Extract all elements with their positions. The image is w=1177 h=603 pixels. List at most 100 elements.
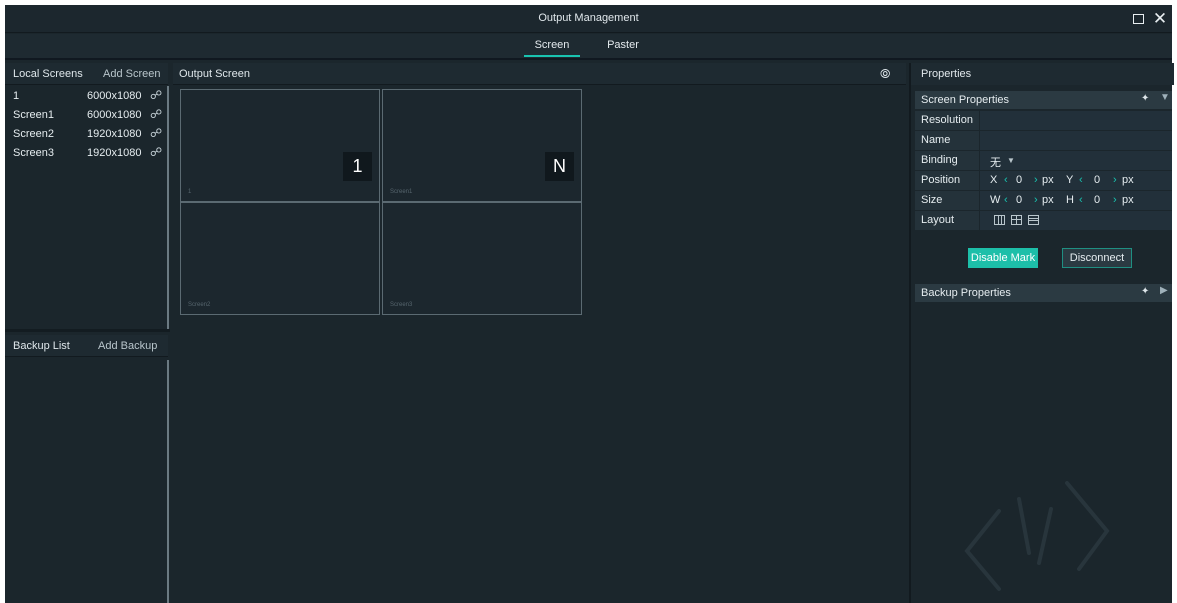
layout-label: Layout xyxy=(915,211,979,230)
size-row: Size W ‹ 0 › px H ‹ 0 › px xyxy=(915,191,1172,211)
screen-resolution: 6000x1080 xyxy=(87,90,142,102)
name-field[interactable] xyxy=(980,131,1172,150)
close-button[interactable]: ✕ xyxy=(1150,9,1170,29)
cell-badge: N xyxy=(545,152,574,181)
layout-options xyxy=(980,211,1172,230)
add-backup-button[interactable]: Add Backup xyxy=(98,340,157,352)
list-item[interactable]: 1 6000x1080 ☍ xyxy=(5,87,165,106)
screen-name: 1 xyxy=(13,90,20,102)
window-title: Output Management xyxy=(538,12,639,24)
screen-properties-section[interactable]: Screen Properties ✦ ▼ xyxy=(915,91,1172,109)
output-management-window: Output Management ✕ Screen Paster Local … xyxy=(5,5,1174,603)
crosshair-icon[interactable]: ⦾ xyxy=(880,66,890,82)
link-icon[interactable]: ☍ xyxy=(150,107,162,121)
screen-resolution: 1920x1080 xyxy=(87,147,142,159)
panel-divider[interactable] xyxy=(167,86,169,331)
pin-icon[interactable]: ✦ xyxy=(1141,286,1149,297)
screen-resolution: 6000x1080 xyxy=(87,109,142,121)
horizontal-separator xyxy=(5,329,170,332)
link-icon[interactable]: ☍ xyxy=(150,126,162,140)
increment-x-icon[interactable]: › xyxy=(1034,174,1038,186)
list-item[interactable]: Screen2 1920x1080 ☍ xyxy=(5,125,165,144)
link-icon[interactable]: ☍ xyxy=(150,145,162,159)
increment-y-icon[interactable]: › xyxy=(1113,174,1117,186)
tab-paster[interactable]: Paster xyxy=(603,39,643,51)
tab-screen[interactable]: Screen xyxy=(524,39,580,57)
rows-layout-icon[interactable] xyxy=(1028,215,1039,225)
x-unit: px xyxy=(1042,174,1054,186)
resolution-value xyxy=(980,111,1172,130)
decrement-h-icon[interactable]: ‹ xyxy=(1079,194,1083,206)
output-screen-header: Output Screen ⦾ xyxy=(173,63,906,85)
title-bar: Output Management ✕ xyxy=(5,5,1172,33)
chevron-right-icon[interactable]: ▶ xyxy=(1160,285,1168,296)
position-row: Position X ‹ 0 › px Y ‹ 0 › px xyxy=(915,171,1172,191)
pin-icon[interactable]: ✦ xyxy=(1141,93,1149,104)
maximize-button[interactable] xyxy=(1128,9,1148,29)
screen-name: Screen3 xyxy=(13,147,54,159)
chevron-down-icon: ▼ xyxy=(1007,156,1015,165)
output-cell[interactable]: 1 1 xyxy=(180,89,380,202)
x-field[interactable]: 0 xyxy=(1016,174,1022,186)
position-fields: X ‹ 0 › px Y ‹ 0 › px xyxy=(980,171,1172,190)
cell-caption: Screen1 xyxy=(390,189,413,195)
output-screen-title: Output Screen xyxy=(179,68,250,80)
output-screen-panel: Output Screen ⦾ 1 1 Screen1 N Screen2 Sc… xyxy=(173,63,906,603)
output-cell[interactable]: Screen1 N xyxy=(382,89,582,202)
w-unit: px xyxy=(1042,194,1054,206)
columns-layout-icon[interactable] xyxy=(994,215,1005,225)
cell-caption: Screen3 xyxy=(390,302,413,308)
w-field[interactable]: 0 xyxy=(1016,194,1022,206)
local-screens-title: Local Screens xyxy=(13,68,83,80)
grid-layout-icon[interactable] xyxy=(1011,215,1022,225)
y-unit: px xyxy=(1122,174,1134,186)
increment-w-icon[interactable]: › xyxy=(1034,194,1038,206)
backup-properties-section[interactable]: Backup Properties ✦ ▶ xyxy=(915,284,1172,302)
tab-bar: Screen Paster xyxy=(5,34,1172,60)
link-icon[interactable]: ☍ xyxy=(150,88,162,102)
output-cell[interactable]: Screen3 xyxy=(382,202,582,315)
resolution-row: Resolution xyxy=(915,111,1172,131)
position-label: Position xyxy=(915,171,979,190)
size-fields: W ‹ 0 › px H ‹ 0 › px xyxy=(980,191,1172,210)
name-row: Name xyxy=(915,131,1172,151)
x-label: X xyxy=(990,174,998,186)
binding-select[interactable]: 无 ▼ xyxy=(980,151,1172,170)
left-panel: Local Screens Add Screen 1 6000x1080 ☍ S… xyxy=(5,63,170,603)
local-screens-header: Local Screens Add Screen xyxy=(5,63,168,85)
decrement-y-icon[interactable]: ‹ xyxy=(1079,174,1083,186)
section-title: Backup Properties xyxy=(921,287,1011,299)
size-label: Size xyxy=(915,191,979,210)
backup-list-header: Backup List Add Backup xyxy=(5,335,168,357)
properties-header: Properties xyxy=(911,63,1174,85)
local-screens-list: 1 6000x1080 ☍ Screen1 6000x1080 ☍ Screen… xyxy=(5,87,165,163)
chevron-down-icon[interactable]: ▼ xyxy=(1160,92,1170,103)
backup-list-title: Backup List xyxy=(13,340,70,352)
cell-badge: 1 xyxy=(343,152,372,181)
disable-mark-button[interactable]: Disable Mark xyxy=(968,248,1038,268)
cell-caption: 1 xyxy=(188,189,192,195)
add-screen-button[interactable]: Add Screen xyxy=(103,68,160,80)
h-label: H xyxy=(1066,194,1074,206)
cell-caption: Screen2 xyxy=(188,302,211,308)
watermark-logo xyxy=(964,481,1110,591)
decrement-w-icon[interactable]: ‹ xyxy=(1004,194,1008,206)
properties-panel: Properties Screen Properties ✦ ▼ Resolut… xyxy=(909,63,1174,603)
close-icon: ✕ xyxy=(1152,9,1168,28)
screen-name: Screen2 xyxy=(13,128,54,140)
output-cell[interactable]: Screen2 xyxy=(180,202,380,315)
screen-resolution: 1920x1080 xyxy=(87,128,142,140)
decrement-x-icon[interactable]: ‹ xyxy=(1004,174,1008,186)
list-item[interactable]: Screen1 6000x1080 ☍ xyxy=(5,106,165,125)
name-label: Name xyxy=(915,131,979,150)
panel-divider[interactable] xyxy=(167,360,169,603)
y-field[interactable]: 0 xyxy=(1094,174,1100,186)
resolution-label: Resolution xyxy=(915,111,979,130)
maximize-icon xyxy=(1132,14,1144,24)
binding-row: Binding 无 ▼ xyxy=(915,151,1172,171)
disconnect-button[interactable]: Disconnect xyxy=(1062,248,1132,268)
h-field[interactable]: 0 xyxy=(1094,194,1100,206)
increment-h-icon[interactable]: › xyxy=(1113,194,1117,206)
section-title: Screen Properties xyxy=(921,94,1010,106)
list-item[interactable]: Screen3 1920x1080 ☍ xyxy=(5,144,165,163)
